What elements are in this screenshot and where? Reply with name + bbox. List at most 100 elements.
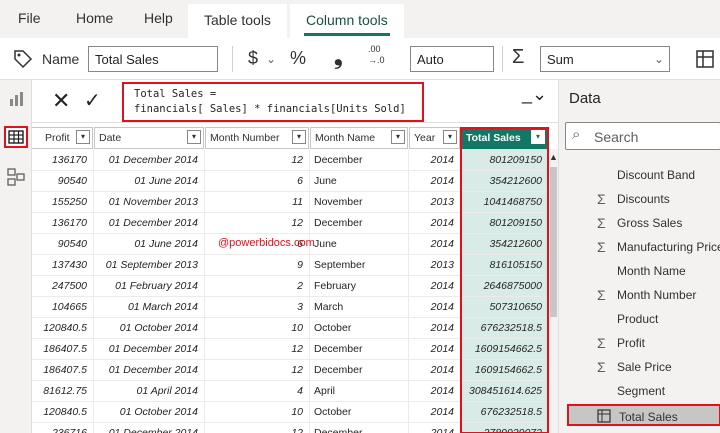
table-cell-month-name[interactable]: September [314,255,402,276]
field-sale-price[interactable]: Σ Sale Price [567,356,720,378]
table-cell-month-name[interactable]: November [314,192,402,213]
model-view-icon[interactable] [4,166,28,188]
table-cell-year[interactable]: 2014 [413,402,454,423]
decimal-places-input[interactable]: Auto [410,46,494,72]
table-cell-total-sales[interactable]: 1609154662.5 [465,360,542,381]
table-cell-date[interactable]: 01 December 2014 [98,360,198,381]
table-cell-total-sales[interactable]: 2789929072 [465,423,542,433]
data-view-icon[interactable] [4,126,28,148]
tab-help[interactable]: Help [144,10,173,26]
table-cell-total-sales[interactable]: 1609154662.5 [465,339,542,360]
cancel-formula-icon[interactable]: ✕ [52,88,70,114]
table-cell-month-name[interactable]: October [314,402,402,423]
filter-dropdown-icon[interactable]: ▾ [531,130,545,144]
table-cell-date[interactable]: 01 December 2014 [98,213,198,234]
column-header-month-number[interactable]: Month Number ▾ [205,127,309,149]
table-cell-year[interactable]: 2014 [413,360,454,381]
table-cell-date[interactable]: 01 September 2013 [98,255,198,276]
table-cell-total-sales[interactable]: 801209150 [465,150,542,171]
table-cell-total-sales[interactable]: 676232518.5 [465,402,542,423]
currency-chevron-icon[interactable]: ⌄ [266,52,276,66]
table-cell-profit[interactable]: 120840.5 [32,402,87,423]
column-header-month-name[interactable]: Month Name ▾ [310,127,408,149]
table-cell-date[interactable]: 01 March 2014 [98,297,198,318]
comma-icon[interactable]: ❟ [334,44,343,70]
table-cell-profit[interactable]: 186407.5 [32,339,87,360]
table-cell-year[interactable]: 2014 [413,318,454,339]
scroll-up-icon[interactable]: ▲ [549,152,558,162]
table-cell-profit[interactable]: 104665 [32,297,87,318]
table-cell-month-number[interactable]: 2 [209,276,303,297]
table-cell-year[interactable]: 2013 [413,192,454,213]
table-cell-total-sales[interactable]: 2646875000 [465,276,542,297]
field-discount-band[interactable]: Discount Band [567,164,720,186]
table-cell-total-sales[interactable]: 1041468750 [465,192,542,213]
table-cell-month-name[interactable]: March [314,297,402,318]
table-cell-date[interactable]: 01 October 2014 [98,318,198,339]
table-cell-month-name[interactable]: June [314,171,402,192]
table-cell-profit[interactable]: 247500 [32,276,87,297]
table-cell-total-sales[interactable]: 507310650 [465,297,542,318]
table-cell-profit[interactable]: 186407.5 [32,360,87,381]
filter-dropdown-icon[interactable]: ▾ [292,130,306,144]
table-cell-month-name[interactable]: December [314,360,402,381]
field-month-number[interactable]: Σ Month Number [567,284,720,306]
table-cell-year[interactable]: 2014 [413,213,454,234]
report-view-icon[interactable] [4,88,28,110]
table-cell-profit[interactable]: 90540 [32,234,87,255]
field-profit[interactable]: Σ Profit [567,332,720,354]
field-product[interactable]: Product [567,308,720,330]
filter-dropdown-icon[interactable]: ▾ [76,130,90,144]
table-cell-month-name[interactable]: December [314,423,402,433]
decimal-places-icon[interactable]: .00 →.0 [368,44,385,66]
table-cell-date[interactable]: 01 October 2014 [98,402,198,423]
table-cell-month-number[interactable]: 11 [209,192,303,213]
table-cell-month-name[interactable]: December [314,213,402,234]
formula-editor[interactable]: Total Sales = financials[ Sales] * finan… [122,82,424,122]
table-cell-year[interactable]: 2014 [413,234,454,255]
field-segment[interactable]: Segment [567,380,720,402]
table-cell-date[interactable]: 01 December 2014 [98,423,198,433]
table-cell-total-sales[interactable]: 816105150 [465,255,542,276]
table-cell-date[interactable]: 01 April 2014 [98,381,199,402]
column-header-year[interactable]: Year ▾ [409,127,460,149]
table-cell-profit[interactable]: 81612.75 [32,381,87,402]
filter-dropdown-icon[interactable]: ▾ [443,130,457,144]
table-cell-total-sales[interactable]: 354212600 [465,171,542,192]
table-cell-date[interactable]: 01 June 2014 [98,171,198,192]
field-gross-sales[interactable]: Σ Gross Sales [567,212,720,234]
table-cell-month-number[interactable]: 3 [209,297,303,318]
table-cell-date[interactable]: 01 November 2013 [98,192,198,213]
tab-table-tools[interactable]: Table tools [188,4,287,38]
table-cell-month-number[interactable]: 12 [209,213,303,234]
table-cell-year[interactable]: 2014 [413,150,454,171]
formula-expand-icon[interactable]: _⌄ [522,84,547,105]
field-month-name[interactable]: Month Name [567,260,720,282]
table-cell-total-sales[interactable]: 354212600 [465,234,542,255]
table-cell-profit[interactable]: 136170 [32,150,87,171]
table-cell-month-name[interactable]: December [314,339,402,360]
column-header-profit[interactable]: Profit ▾ [32,127,93,149]
table-cell-month-number[interactable]: 12 [209,423,303,433]
table-cell-month-name[interactable]: February [314,276,402,297]
table-cell-profit[interactable]: 155250 [32,192,87,213]
table-cell-month-name[interactable]: April [314,381,402,402]
table-cell-year[interactable]: 2014 [413,171,454,192]
table-cell-total-sales[interactable]: 308451614.625 [465,381,542,402]
table-cell-month-name[interactable]: June [314,234,402,255]
table-cell-total-sales[interactable]: 676232518.5 [465,318,542,339]
table-cell-month-number[interactable]: 9 [209,255,303,276]
table-cell-month-name[interactable]: October [314,318,402,339]
filter-dropdown-icon[interactable]: ▾ [187,130,201,144]
table-cell-year[interactable]: 2014 [413,339,454,360]
table-cell-month-number[interactable]: 10 [209,318,303,339]
summarization-dropdown[interactable]: Sum [540,46,670,72]
table-cell-profit[interactable]: 90540 [32,171,87,192]
tab-column-tools[interactable]: Column tools [290,4,404,38]
table-cell-year[interactable]: 2014 [413,297,454,318]
table-cell-date[interactable]: 01 December 2014 [98,339,198,360]
table-cell-total-sales[interactable]: 801209150 [465,213,542,234]
currency-icon[interactable]: $ [248,48,258,69]
field-discounts[interactable]: Σ Discounts [567,188,720,210]
vertical-scrollbar[interactable]: ▲ [549,149,558,433]
